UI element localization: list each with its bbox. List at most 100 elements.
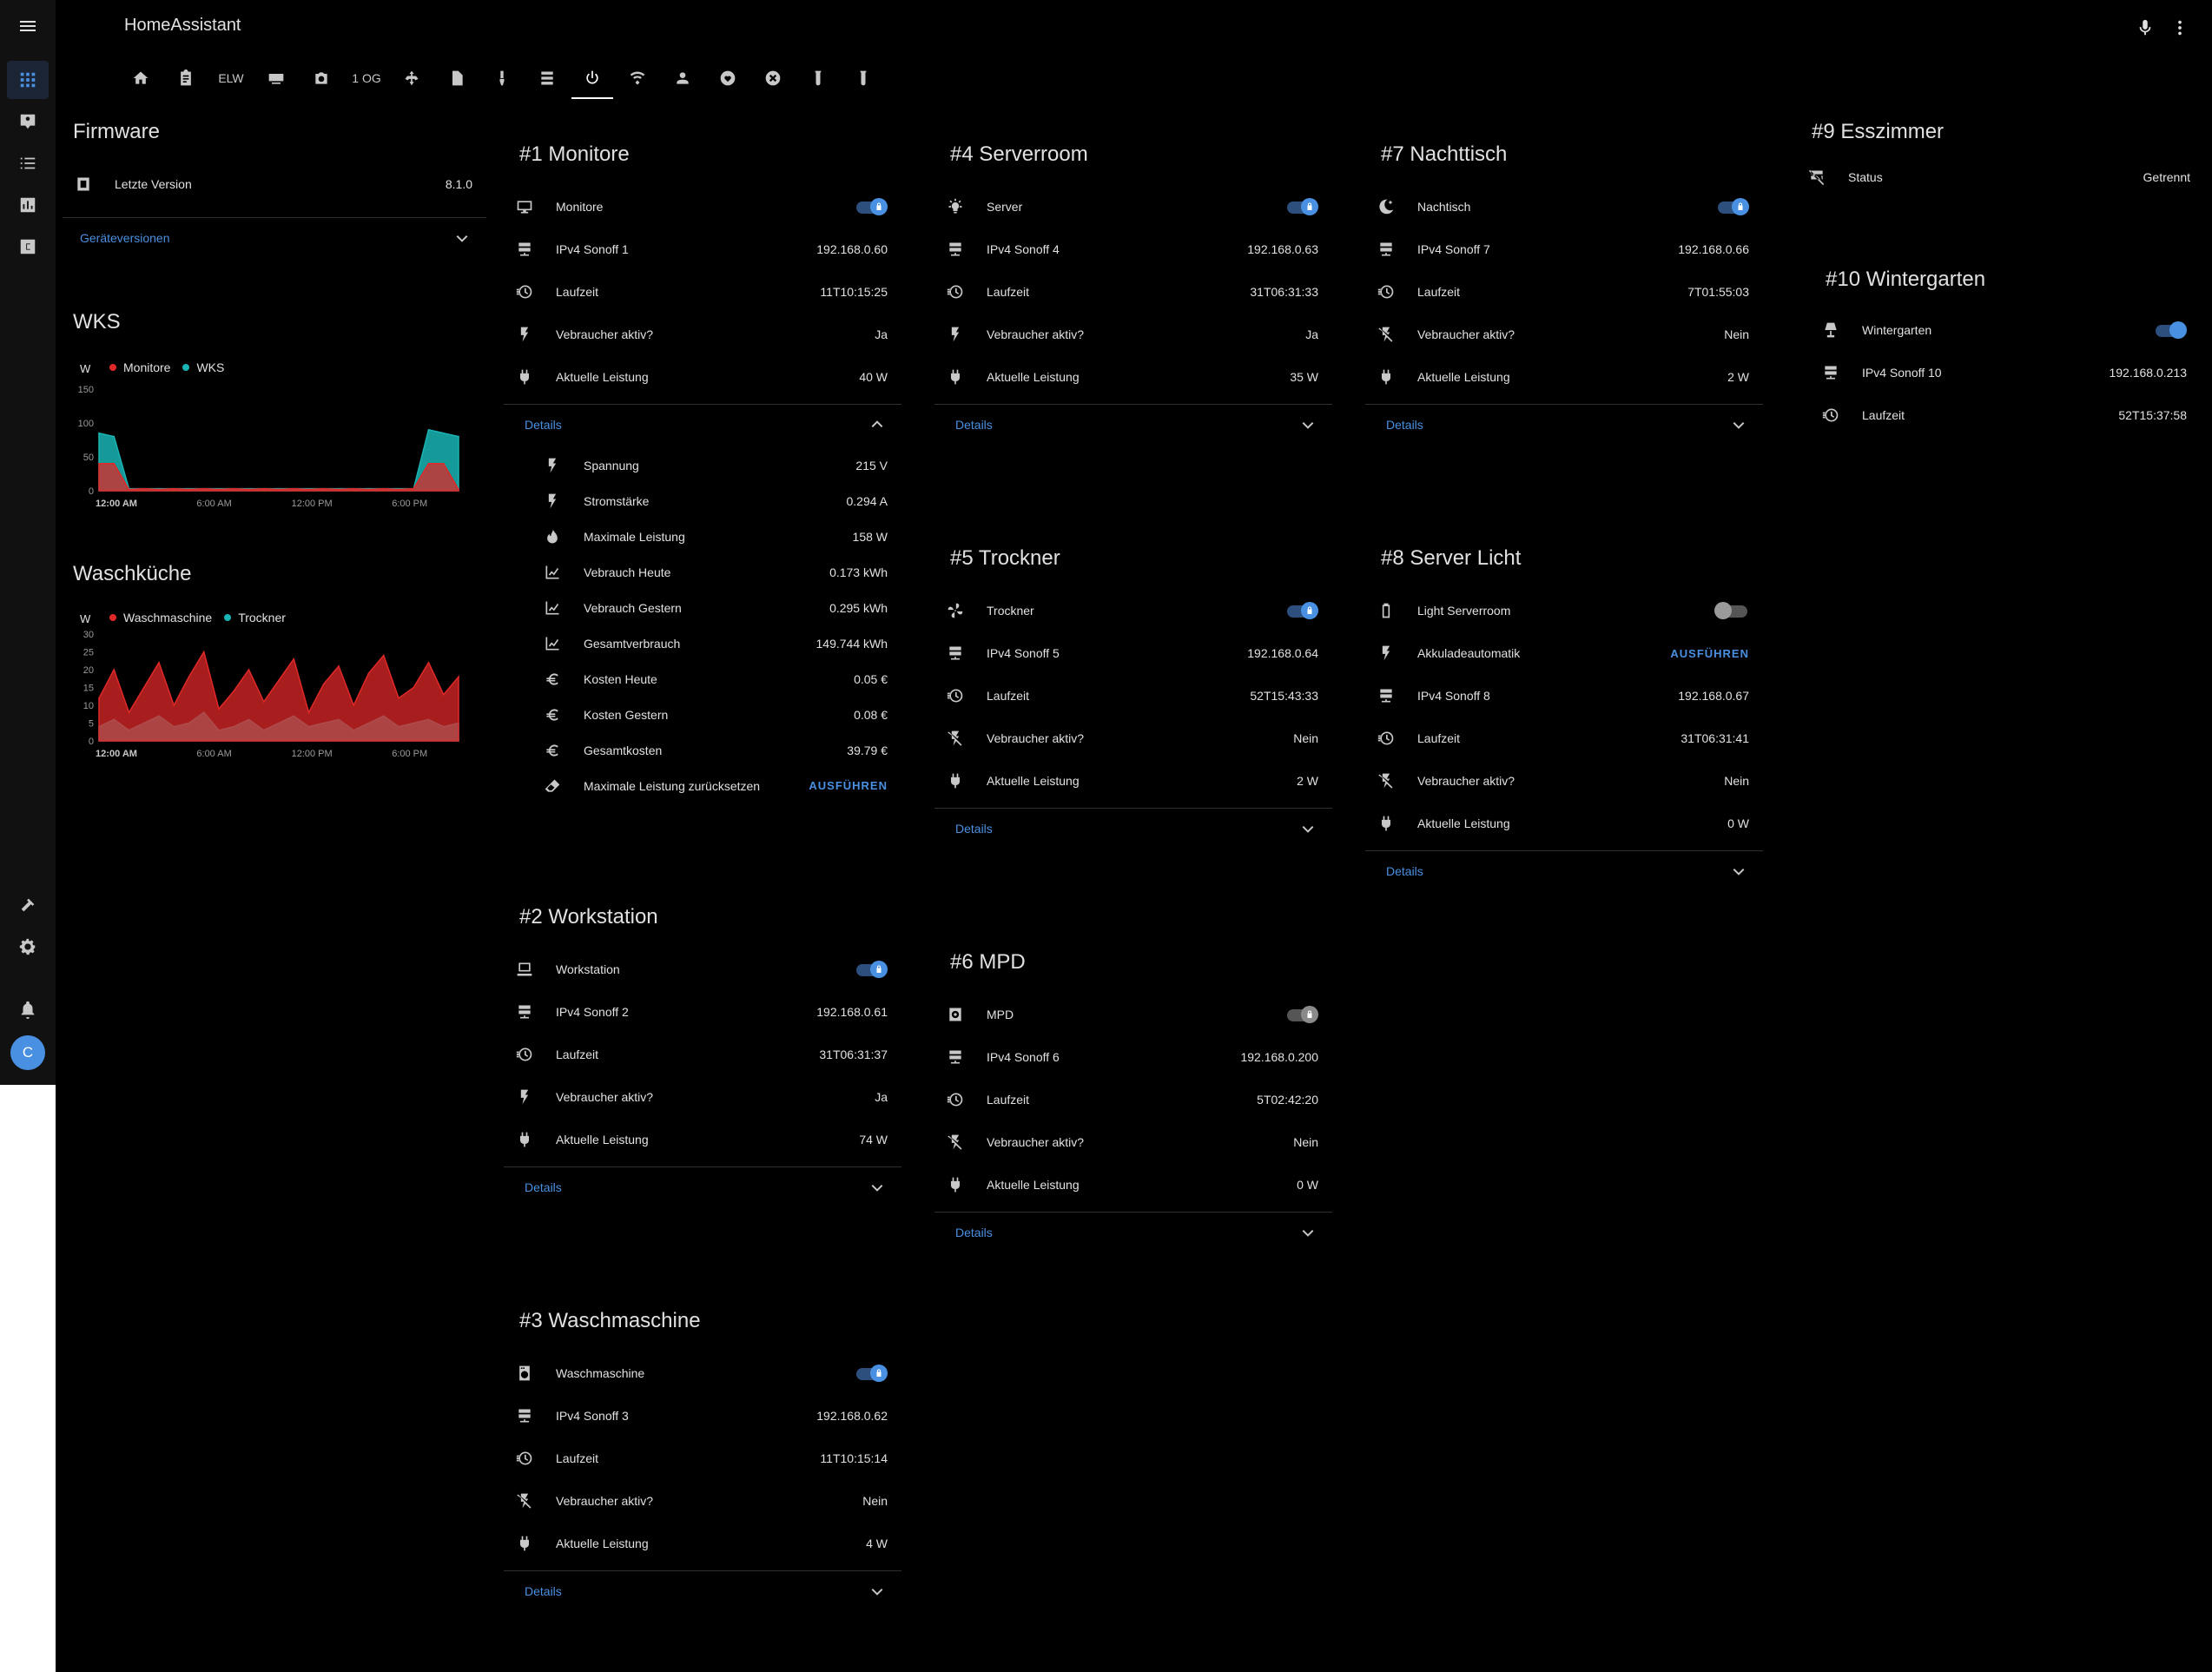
- details-toggle[interactable]: Details: [504, 1572, 901, 1610]
- execute-button[interactable]: AUSFÜHREN: [809, 779, 888, 792]
- entity-row[interactable]: Status Getrennt: [1796, 156, 2204, 198]
- details-toggle[interactable]: Details: [504, 406, 901, 444]
- tab-person[interactable]: [660, 57, 705, 99]
- entity-row[interactable]: IPv4 Sonoff 5 192.168.0.64: [934, 632, 1332, 674]
- entity-row[interactable]: Monitore: [504, 186, 901, 228]
- entity-row[interactable]: Laufzeit 5T02:42:20: [934, 1079, 1332, 1120]
- detail-row[interactable]: Vebrauch Gestern 0.295 kWh: [504, 590, 901, 625]
- sidebar-item-logbook[interactable]: [7, 144, 49, 182]
- toggle-switch[interactable]: [1284, 198, 1318, 215]
- entity-row[interactable]: Laufzeit 7T01:55:03: [1365, 271, 1763, 313]
- entity-row[interactable]: Aktuelle Leistung 35 W: [934, 356, 1332, 398]
- more-options-button[interactable]: [2164, 12, 2195, 43]
- entity-row[interactable]: Aktuelle Leistung 0 W: [1365, 803, 1763, 844]
- entity-row[interactable]: Vebraucher aktiv? Nein: [1365, 760, 1763, 802]
- details-toggle[interactable]: Details: [1365, 852, 1763, 890]
- sidebar-item-settings[interactable]: [7, 928, 49, 966]
- entity-row[interactable]: Laufzeit 11T10:15:14: [504, 1437, 901, 1479]
- tab-wifi[interactable]: [615, 57, 660, 99]
- tab-media[interactable]: [254, 57, 299, 99]
- tab-heart[interactable]: [705, 57, 750, 99]
- entity-row[interactable]: Waschmaschine: [504, 1352, 901, 1394]
- toggle-switch[interactable]: [853, 1365, 888, 1382]
- series-waschmaschine-area[interactable]: [98, 650, 459, 742]
- series-wks-area[interactable]: [98, 428, 459, 492]
- detail-row[interactable]: Stromstärke 0.294 A: [504, 483, 901, 519]
- details-toggle[interactable]: Details: [934, 810, 1332, 848]
- entity-row[interactable]: Laufzeit 11T10:15:25: [504, 271, 901, 313]
- toggle-switch[interactable]: [1284, 1006, 1318, 1023]
- details-toggle[interactable]: Details: [934, 406, 1332, 444]
- entity-row[interactable]: IPv4 Sonoff 10 192.168.0.213: [1810, 352, 2201, 393]
- toggle-switch[interactable]: [853, 961, 888, 978]
- sidebar-item-overview[interactable]: [7, 61, 49, 99]
- tab-server[interactable]: [525, 57, 570, 99]
- tab-elw[interactable]: ELW: [208, 57, 254, 99]
- detail-row[interactable]: Maximale Leistung zurücksetzen AUSFÜHREN: [504, 768, 901, 803]
- details-toggle[interactable]: Details: [504, 1168, 901, 1206]
- tab-network[interactable]: [389, 57, 434, 99]
- toggle-switch[interactable]: [1714, 602, 1749, 619]
- details-toggle[interactable]: Details: [1365, 406, 1763, 444]
- sidebar-item-map[interactable]: [7, 102, 49, 141]
- menu-button[interactable]: [10, 9, 45, 43]
- entity-row[interactable]: IPv4 Sonoff 8 192.168.0.67: [1365, 675, 1763, 717]
- detail-row[interactable]: Spannung 215 V: [504, 447, 901, 483]
- tab-camera[interactable]: [299, 57, 344, 99]
- tab-close[interactable]: [750, 57, 796, 99]
- tab-home[interactable]: [118, 57, 163, 99]
- entity-row[interactable]: Nachtisch: [1365, 186, 1763, 228]
- toggle-switch[interactable]: [1284, 602, 1318, 619]
- entity-row[interactable]: Vebraucher aktiv? Ja: [504, 314, 901, 355]
- entity-row[interactable]: IPv4 Sonoff 7 192.168.0.66: [1365, 228, 1763, 270]
- firmware-versions-toggle[interactable]: Geräteversionen: [63, 219, 486, 257]
- entity-row[interactable]: Laufzeit 31T06:31:41: [1365, 717, 1763, 759]
- tab-1og[interactable]: 1 OG: [344, 57, 389, 99]
- voice-button[interactable]: [2129, 12, 2161, 43]
- entity-row[interactable]: Aktuelle Leistung 40 W: [504, 356, 901, 398]
- detail-row[interactable]: Vebrauch Heute 0.173 kWh: [504, 554, 901, 590]
- detail-row[interactable]: Gesamtkosten 39.79 €: [504, 732, 901, 768]
- entity-row[interactable]: Laufzeit 52T15:37:58: [1810, 394, 2201, 436]
- toggle-switch[interactable]: [853, 198, 888, 215]
- entity-row[interactable]: Vebraucher aktiv? Nein: [934, 1121, 1332, 1163]
- entity-row[interactable]: Laufzeit 52T15:43:33: [934, 675, 1332, 717]
- entity-row[interactable]: IPv4 Sonoff 3 192.168.0.62: [504, 1395, 901, 1437]
- entity-row[interactable]: Vebraucher aktiv? Ja: [934, 314, 1332, 355]
- execute-button[interactable]: AUSFÜHREN: [1670, 647, 1749, 660]
- sidebar-item-history[interactable]: [7, 186, 49, 224]
- avatar[interactable]: C: [10, 1035, 45, 1070]
- tab-tube1[interactable]: [796, 57, 841, 99]
- entity-row[interactable]: Trockner: [934, 590, 1332, 631]
- entity-row[interactable]: Laufzeit 31T06:31:33: [934, 271, 1332, 313]
- series-monitore-area[interactable]: [98, 463, 459, 492]
- entity-row[interactable]: Laufzeit 31T06:31:37: [504, 1034, 901, 1075]
- entity-row[interactable]: Workstation: [504, 948, 901, 990]
- entity-row[interactable]: IPv4 Sonoff 2 192.168.0.61: [504, 991, 901, 1033]
- entity-row[interactable]: Vebraucher aktiv? Nein: [504, 1480, 901, 1522]
- entity-row[interactable]: Wintergarten: [1810, 309, 2201, 351]
- entity-row[interactable]: Vebraucher aktiv? Nein: [934, 717, 1332, 759]
- detail-row[interactable]: Kosten Heute 0.05 €: [504, 661, 901, 697]
- tab-file[interactable]: [434, 57, 479, 99]
- entity-row[interactable]: IPv4 Sonoff 4 192.168.0.63: [934, 228, 1332, 270]
- detail-row[interactable]: Maximale Leistung 158 W: [504, 519, 901, 554]
- entity-row[interactable]: Aktuelle Leistung 74 W: [504, 1119, 901, 1160]
- entity-row[interactable]: MPD: [934, 994, 1332, 1035]
- entity-row[interactable]: Aktuelle Leistung 4 W: [504, 1523, 901, 1564]
- sidebar-item-notifications[interactable]: [7, 990, 49, 1028]
- tab-power[interactable]: [570, 57, 615, 99]
- detail-row[interactable]: Gesamtverbrauch 149.744 kWh: [504, 625, 901, 661]
- entity-row[interactable]: Aktuelle Leistung 2 W: [934, 760, 1332, 802]
- entity-row[interactable]: Aktuelle Leistung 0 W: [934, 1164, 1332, 1206]
- firmware-latest-row[interactable]: Letzte Version 8.1.0: [63, 163, 486, 205]
- entity-row[interactable]: IPv4 Sonoff 6 192.168.0.200: [934, 1036, 1332, 1078]
- toggle-switch[interactable]: [2152, 321, 2187, 339]
- entity-row[interactable]: Akkuladeautomatik AUSFÜHREN: [1365, 632, 1763, 674]
- sidebar-item-developer-tools[interactable]: [7, 886, 49, 924]
- tab-clipboard[interactable]: [163, 57, 208, 99]
- sidebar-item-config-c[interactable]: [7, 228, 49, 266]
- entity-row[interactable]: Server: [934, 186, 1332, 228]
- entity-row[interactable]: IPv4 Sonoff 1 192.168.0.60: [504, 228, 901, 270]
- entity-row[interactable]: Vebraucher aktiv? Ja: [504, 1076, 901, 1118]
